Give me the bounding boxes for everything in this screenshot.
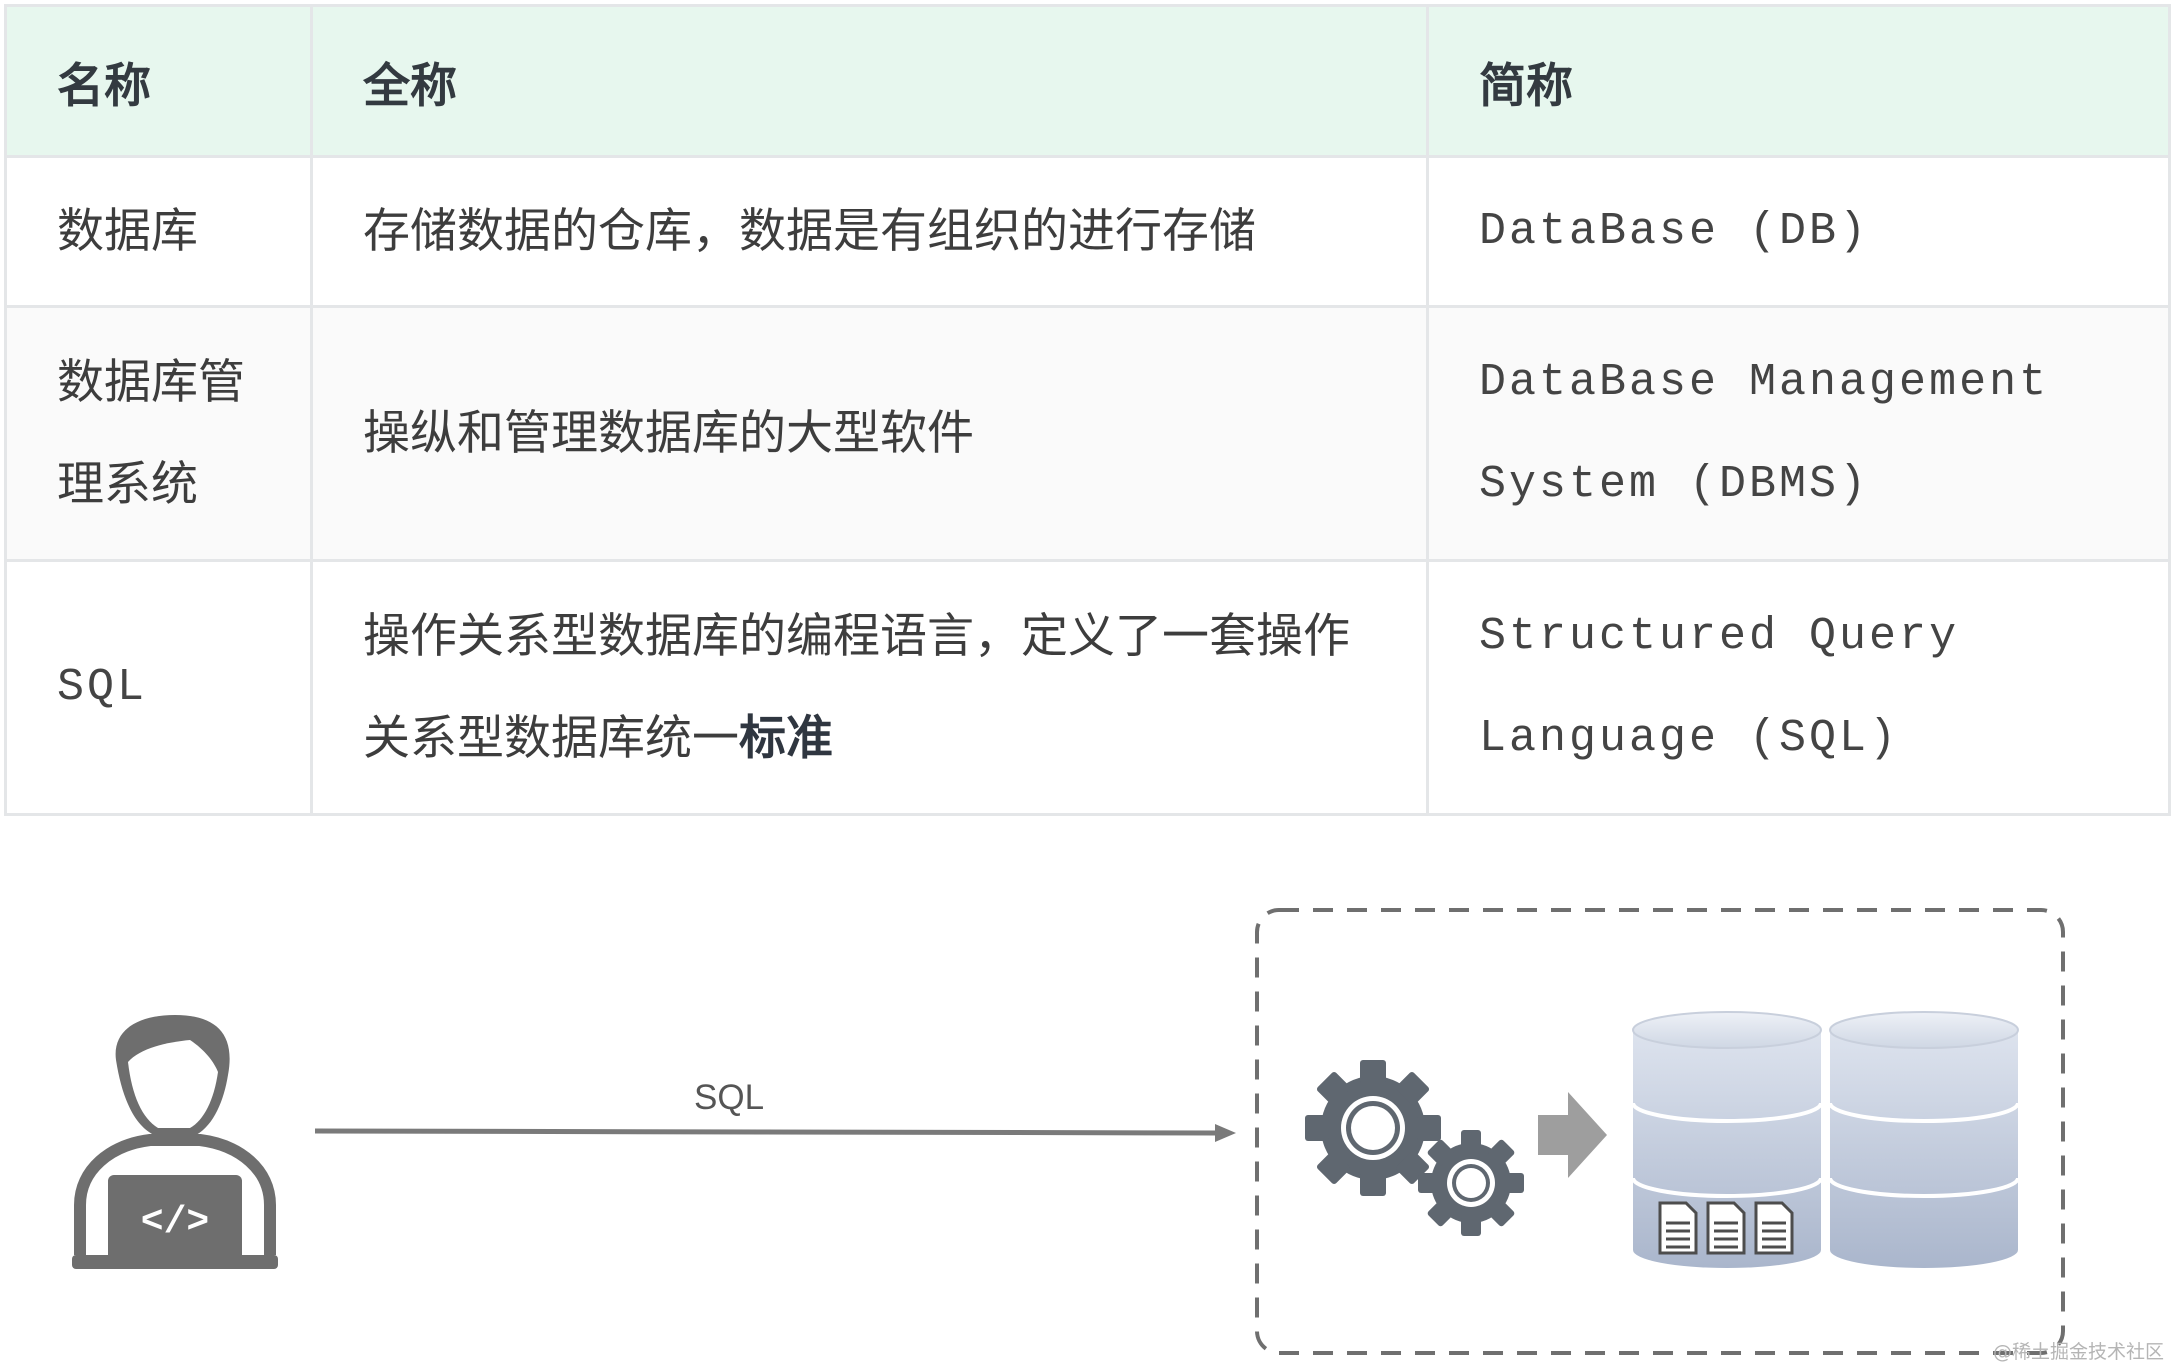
document-icon [1706, 1201, 1746, 1255]
document-icon [1658, 1201, 1698, 1255]
sql-arrow [314, 1124, 1236, 1142]
arrow-right-icon [1538, 1092, 1607, 1178]
gear-small-icon [1418, 1130, 1524, 1236]
database-icon [1828, 1011, 2020, 1268]
diagram-canvas: </> [72, 908, 2065, 1355]
document-icon [1754, 1201, 1794, 1255]
sql-flow-diagram: </> SQL [0, 0, 2178, 1372]
laptop-code-icon: </> [141, 1201, 209, 1244]
sql-arrow-label: SQL [694, 1078, 765, 1117]
watermark: @稀土掘金技术社区 [1992, 1341, 2164, 1363]
